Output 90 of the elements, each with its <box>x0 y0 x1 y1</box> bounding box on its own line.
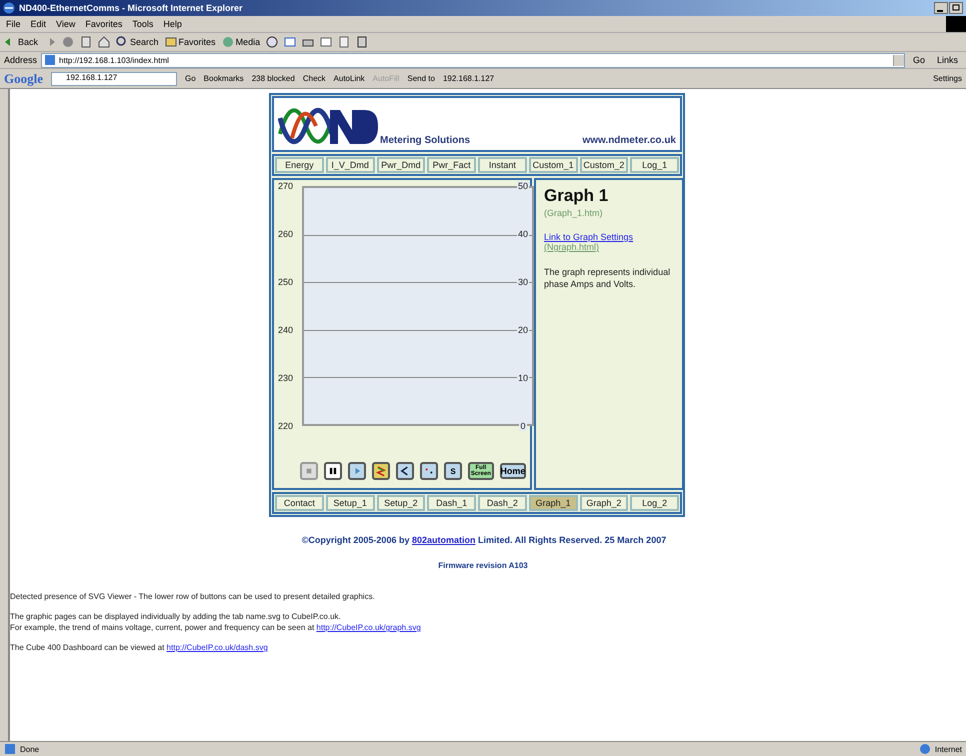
description: The graph represents individual phase Amps and Volts. <box>544 266 672 290</box>
nav-tab[interactable]: Dash_2 <box>478 495 527 511</box>
nav-tab[interactable]: Log_2 <box>630 495 679 511</box>
browser-icon <box>3 2 15 14</box>
globe-icon <box>918 743 931 755</box>
favorites-icon <box>164 36 177 48</box>
tagline: Metering Solutions <box>380 135 470 148</box>
nav-tab[interactable]: Log_1 <box>630 157 679 173</box>
go-button[interactable]: Go <box>908 55 929 65</box>
dots-button[interactable] <box>420 462 438 480</box>
bookmarks-button[interactable]: Bookmarks <box>204 74 244 83</box>
copyright-text: ©Copyright 2005-2006 by 802automation Limited. All Rights Reserved. 25 March 2007 <box>302 535 666 545</box>
url-link[interactable]: http://CubeIP.co.uk/dash.svg <box>166 643 268 652</box>
address-field[interactable]: http://192.168.1.103/index.html <box>41 52 905 68</box>
minimize-button[interactable] <box>934 2 948 14</box>
address-label: Address <box>4 55 38 65</box>
nav-tab[interactable]: Pwr_Dmd <box>376 157 426 173</box>
axis-label: 250 <box>278 277 294 287</box>
nav-tab[interactable]: Energy <box>275 157 324 173</box>
nav-tab[interactable]: I_V_Dmd <box>326 157 374 173</box>
site-search-button[interactable]: 192.168.1.127 <box>442 74 494 83</box>
pause-button[interactable] <box>324 462 342 480</box>
nav-tab[interactable]: Custom_1 <box>528 157 578 173</box>
axis-label: 220 <box>278 421 294 431</box>
home-icon <box>98 36 110 48</box>
go-button[interactable]: Go <box>185 74 196 83</box>
home-button[interactable] <box>98 36 110 48</box>
media-button[interactable]: Media <box>222 36 260 48</box>
popup-blocker-button[interactable]: 238 blocked <box>252 74 295 83</box>
search-button[interactable]: Search <box>116 36 159 48</box>
nav-tab[interactable]: Custom_2 <box>580 157 628 173</box>
links-button[interactable]: Links <box>932 55 962 65</box>
status-text: Done <box>20 744 40 754</box>
google-logo: Google <box>4 70 43 86</box>
company-link[interactable]: 802automation <box>412 535 476 545</box>
file-name: (Graph_1.htm) <box>544 208 604 218</box>
graph-title: Graph 1 <box>544 186 610 206</box>
note-text: For example, the trend of mains voltage, current, power and frequency can be seen at http://CubeIP.co.uk/graph.svg <box>10 623 421 632</box>
wave-button[interactable] <box>396 462 414 480</box>
axis-label: 10 <box>516 373 529 383</box>
search-icon <box>116 36 128 48</box>
page-icon <box>4 743 16 755</box>
axis-label: 240 <box>278 325 294 335</box>
dropdown-button[interactable] <box>892 54 904 66</box>
nav-tab[interactable]: Setup_1 <box>326 495 374 511</box>
axis-label: 230 <box>278 373 294 383</box>
spell-check-button[interactable]: Check <box>302 74 326 83</box>
stop-icon <box>62 36 74 48</box>
menu-item[interactable]: Favorites <box>85 19 122 29</box>
wave-color-button[interactable] <box>372 462 390 480</box>
nav-tab[interactable]: Pwr_Fact <box>427 157 476 173</box>
note-text: The Cube 400 Dashboard can be viewed at http://CubeIP.co.uk/dash.svg <box>10 643 269 652</box>
nav-tab[interactable]: Setup_2 <box>376 495 426 511</box>
axis-label: 20 <box>516 325 529 335</box>
nav-tab[interactable]: Graph_1 <box>528 495 578 511</box>
graph-settings-link[interactable]: Link to Graph Settings <box>544 232 634 242</box>
axis-label: 270 <box>278 181 294 191</box>
menu-item[interactable]: Tools <box>132 19 154 29</box>
send-to-button[interactable]: Send to <box>407 74 435 83</box>
menu-item[interactable]: Help <box>163 19 182 29</box>
window-title: ND400-EthernetComms - Microsoft Internet Explorer <box>19 3 244 13</box>
nav-tab[interactable]: Dash_1 <box>427 495 476 511</box>
url-link[interactable]: http://CubeIP.co.uk/graph.svg <box>316 623 421 632</box>
axis-label: 0 <box>519 421 526 431</box>
restore-button[interactable] <box>949 2 963 14</box>
menu-item[interactable]: Edit <box>30 19 46 29</box>
nav-tab[interactable]: Contact <box>275 495 324 511</box>
zigzag-icon <box>374 464 388 478</box>
nav-tab[interactable]: Graph_2 <box>580 495 628 511</box>
nav-tab[interactable]: Instant <box>478 157 527 173</box>
axis-label: 30 <box>516 277 529 287</box>
media-icon <box>222 36 234 48</box>
note-text: Detected presence of SVG Viewer - The lower row of buttons can be used to present detailed graphics. <box>10 592 376 601</box>
menu-item[interactable]: View <box>56 19 76 29</box>
back-button[interactable]: Back <box>4 36 38 48</box>
page-icon <box>44 54 56 66</box>
menu-item[interactable]: File <box>6 19 21 29</box>
speed-button[interactable]: S <box>444 462 462 480</box>
firmware-text: Firmware revision A103 <box>438 561 528 570</box>
settings-button[interactable]: Settings <box>933 74 962 83</box>
axis-label: 260 <box>278 229 294 239</box>
autolink-button[interactable]: AutoLink <box>334 74 365 83</box>
axis-label: 40 <box>516 229 529 239</box>
favorites-button[interactable]: Favorites <box>164 36 216 48</box>
play-button[interactable] <box>348 462 366 480</box>
zone-text: Internet <box>934 744 962 754</box>
search-field[interactable]: 192.168.1.127 <box>51 72 177 86</box>
note-text: The graphic pages can be displayed individually by adding the tab name.svg to CubeIP.co.uk. <box>10 612 342 621</box>
axis-label: 50 <box>516 181 529 191</box>
website-url: www.ndmeter.co.uk <box>582 135 676 148</box>
